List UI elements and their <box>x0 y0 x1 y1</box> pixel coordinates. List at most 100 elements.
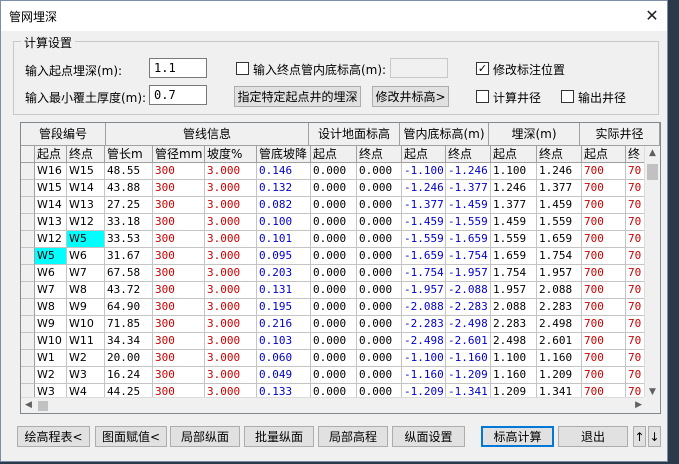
assign-values-button[interactable]: 图面赋值< <box>95 426 167 447</box>
start-depth-input[interactable]: 1.1 <box>149 58 207 78</box>
table-cell[interactable]: 0.000 <box>311 333 357 350</box>
table-cell[interactable]: W14 <box>35 197 67 214</box>
table-cell[interactable]: 64.90 <box>105 299 153 316</box>
table-cell[interactable]: -1.957 <box>402 282 446 299</box>
table-cell[interactable]: W12 <box>35 231 67 248</box>
table-cell[interactable]: 3.000 <box>205 333 257 350</box>
table-cell[interactable]: 0.146 <box>257 163 311 180</box>
table-cell[interactable]: W9 <box>67 299 105 316</box>
table-row[interactable]: W12 W5 33.53 300 3.000 0.101 0.000 0.000 -1.559-… <box>21 231 646 248</box>
table-cell[interactable]: -1.957 <box>446 265 491 282</box>
table-cell[interactable]: 0.049 <box>257 367 311 384</box>
table-cell[interactable]: 43.88 <box>105 180 153 197</box>
column-header[interactable]: 管底坡降 <box>257 146 311 163</box>
table-cell[interactable]: -1.100 <box>402 350 446 367</box>
table-cell[interactable]: W13 <box>35 214 67 231</box>
table-row[interactable]: W14 W13 27.25 300 3.000 0.082 0.000 0.000 -1.377… <box>21 197 646 214</box>
table-row[interactable]: W5 W6 31.67 300 3.000 0.095 0.000 0.000 -1.659 -1… <box>21 248 646 265</box>
draw-profile-table-button[interactable]: 绘高程表< <box>17 426 90 447</box>
table-cell[interactable]: 0.000 <box>357 163 402 180</box>
table-cell[interactable]: 1.100 <box>491 163 537 180</box>
table-cell[interactable]: 0.000 <box>357 248 402 265</box>
table-cell[interactable]: 1.559 <box>537 214 582 231</box>
table-cell[interactable]: 27.25 <box>105 197 153 214</box>
scroll-down-arrow-icon[interactable]: ▼ <box>649 387 656 397</box>
column-header[interactable]: 终 <box>626 146 646 163</box>
table-cell[interactable]: 300 <box>153 282 205 299</box>
table-cell[interactable]: 300 <box>153 350 205 367</box>
table-cell[interactable]: W3 <box>67 367 105 384</box>
table-cell[interactable]: 700 <box>582 163 626 180</box>
column-header[interactable]: 管长m <box>105 146 153 163</box>
table-cell[interactable]: 1.160 <box>491 367 537 384</box>
table-cell[interactable]: 700 <box>582 180 626 197</box>
table-cell[interactable]: 2.283 <box>491 316 537 333</box>
table-cell[interactable]: 300 <box>153 248 205 265</box>
table-cell[interactable]: -2.088 <box>402 299 446 316</box>
table-cell[interactable]: 1.459 <box>491 214 537 231</box>
table-cell[interactable]: 1.246 <box>491 180 537 197</box>
table-cell[interactable]: 70 <box>626 350 646 367</box>
table-cell[interactable]: W7 <box>67 265 105 282</box>
row-selector[interactable] <box>21 333 35 350</box>
table-cell[interactable]: 0.000 <box>357 350 402 367</box>
table-cell[interactable]: 33.53 <box>105 231 153 248</box>
calc-diam-checkbox[interactable] <box>476 90 489 103</box>
exit-button[interactable]: 退出 <box>558 426 628 447</box>
table-cell[interactable]: 3.000 <box>205 180 257 197</box>
table-cell[interactable]: -1.160 <box>446 350 491 367</box>
table-cell[interactable]: 0.000 <box>311 265 357 282</box>
table-cell[interactable]: 0.103 <box>257 333 311 350</box>
table-cell[interactable]: 1.659 <box>537 231 582 248</box>
table-cell[interactable]: W8 <box>67 282 105 299</box>
table-cell[interactable]: 300 <box>153 316 205 333</box>
table-cell[interactable]: 70 <box>626 316 646 333</box>
column-header[interactable]: 管径mm <box>153 146 205 163</box>
modify-label-pos-checkbox[interactable]: ✓ <box>476 62 489 75</box>
table-cell[interactable]: 2.498 <box>537 316 582 333</box>
close-icon[interactable]: ✕ <box>639 3 665 27</box>
table-cell[interactable]: 3.000 <box>205 248 257 265</box>
table-cell[interactable]: 700 <box>582 367 626 384</box>
table-cell[interactable]: 0.000 <box>311 316 357 333</box>
table-cell[interactable]: 1.559 <box>491 231 537 248</box>
table-cell[interactable]: 1.957 <box>491 282 537 299</box>
table-cell[interactable]: 70 <box>626 163 646 180</box>
table-cell[interactable]: -1.377 <box>446 180 491 197</box>
row-selector[interactable] <box>21 299 35 316</box>
table-cell[interactable]: 300 <box>153 367 205 384</box>
table-cell[interactable]: -1.100 <box>402 163 446 180</box>
table-cell[interactable]: 0.195 <box>257 299 311 316</box>
table-cell[interactable]: 2.088 <box>491 299 537 316</box>
table-cell[interactable]: 70 <box>626 299 646 316</box>
row-selector[interactable] <box>21 180 35 197</box>
table-cell[interactable]: 0.000 <box>357 265 402 282</box>
vertical-scroll-thumb[interactable] <box>647 164 658 180</box>
table-cell[interactable]: 300 <box>153 163 205 180</box>
table-cell[interactable]: W10 <box>35 333 67 350</box>
table-cell[interactable]: 1.377 <box>491 197 537 214</box>
table-cell[interactable]: 3.000 <box>205 163 257 180</box>
table-cell[interactable]: 1.100 <box>491 350 537 367</box>
table-cell[interactable]: 3.000 <box>205 350 257 367</box>
pipe-data-grid[interactable]: 管段编号 管线信息 设计地面标高 管内底标高(m) 埋深(m) 实际井径 起点终… <box>20 122 661 414</box>
table-cell[interactable]: 0.000 <box>357 316 402 333</box>
table-cell[interactable]: 1.754 <box>537 248 582 265</box>
table-cell[interactable]: W15 <box>35 180 67 197</box>
specify-start-depth-button[interactable]: 指定特定起点井的埋深 <box>234 86 361 107</box>
table-cell[interactable]: 20.00 <box>105 350 153 367</box>
column-header[interactable]: 起点 <box>491 146 537 163</box>
table-cell[interactable]: 300 <box>153 180 205 197</box>
table-cell[interactable]: -1.160 <box>402 367 446 384</box>
table-cell[interactable]: 43.72 <box>105 282 153 299</box>
table-cell[interactable]: 0.000 <box>357 214 402 231</box>
table-cell[interactable]: -1.246 <box>446 163 491 180</box>
table-cell[interactable]: -1.377 <box>402 197 446 214</box>
table-cell[interactable]: 1.209 <box>537 367 582 384</box>
table-cell[interactable]: 0.131 <box>257 282 311 299</box>
table-cell[interactable]: 0.000 <box>311 282 357 299</box>
table-cell[interactable]: 71.85 <box>105 316 153 333</box>
table-cell[interactable]: 0.101 <box>257 231 311 248</box>
table-cell[interactable]: 300 <box>153 265 205 282</box>
table-cell[interactable]: W9 <box>35 316 67 333</box>
